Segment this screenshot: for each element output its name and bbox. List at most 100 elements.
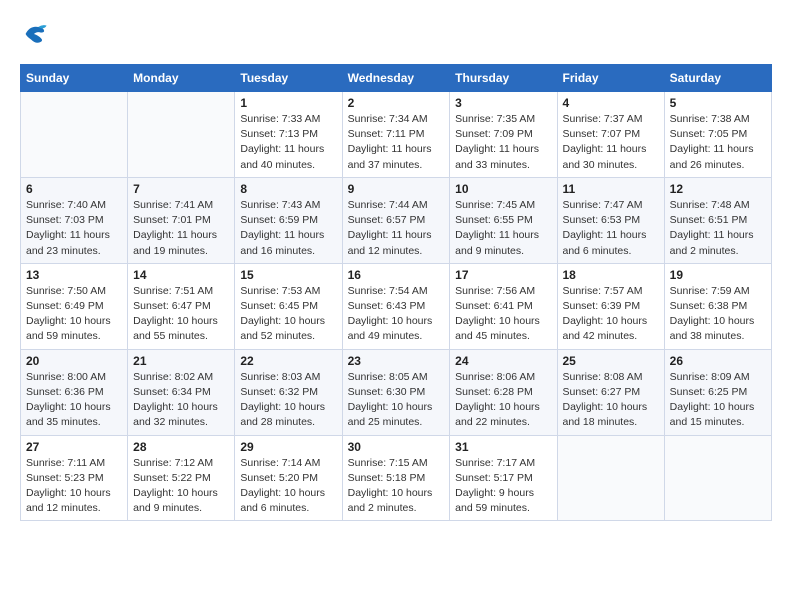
day-info: Sunrise: 7:57 AMSunset: 6:39 PMDaylight:… [563, 284, 659, 345]
day-number: 28 [133, 440, 229, 454]
day-info: Sunrise: 7:41 AMSunset: 7:01 PMDaylight:… [133, 198, 229, 259]
day-info: Sunrise: 8:00 AMSunset: 6:36 PMDaylight:… [26, 370, 122, 431]
day-info: Sunrise: 7:35 AMSunset: 7:09 PMDaylight:… [455, 112, 551, 173]
day-info: Sunrise: 8:09 AMSunset: 6:25 PMDaylight:… [670, 370, 766, 431]
day-info: Sunrise: 7:43 AMSunset: 6:59 PMDaylight:… [240, 198, 336, 259]
calendar-cell: 2Sunrise: 7:34 AMSunset: 7:11 PMDaylight… [342, 92, 450, 178]
day-number: 11 [563, 182, 659, 196]
day-info: Sunrise: 7:50 AMSunset: 6:49 PMDaylight:… [26, 284, 122, 345]
day-number: 31 [455, 440, 551, 454]
calendar-cell [557, 435, 664, 521]
page-header [20, 20, 772, 48]
calendar-cell: 8 Sunrise: 7:43 AMSunset: 6:59 PMDaylight… [235, 177, 342, 263]
day-info: Sunrise: 7:48 AMSunset: 6:51 PMDaylight:… [670, 198, 766, 259]
day-number: 1 [240, 96, 336, 110]
calendar-cell: 3 Sunrise: 7:35 AMSunset: 7:09 PMDaylight… [450, 92, 557, 178]
calendar-cell: 21 Sunrise: 8:02 AMSunset: 6:34 PMDayligh… [128, 349, 235, 435]
day-number: 10 [455, 182, 551, 196]
day-number: 20 [26, 354, 122, 368]
day-number: 26 [670, 354, 766, 368]
day-number: 27 [26, 440, 122, 454]
day-number: 22 [240, 354, 336, 368]
day-info: Sunrise: 8:02 AMSunset: 6:34 PMDaylight:… [133, 370, 229, 431]
calendar-cell: 1 Sunrise: 7:33 AMSunset: 7:13 PMDaylight… [235, 92, 342, 178]
col-header-tuesday: Tuesday [235, 65, 342, 92]
day-info: Sunrise: 7:47 AMSunset: 6:53 PMDaylight:… [563, 198, 659, 259]
day-info: Sunrise: 7:54 AMSunset: 6:43 PMDaylight:… [348, 284, 445, 345]
calendar-cell [128, 92, 235, 178]
calendar-cell: 7 Sunrise: 7:41 AMSunset: 7:01 PMDaylight… [128, 177, 235, 263]
day-number: 17 [455, 268, 551, 282]
calendar-cell: 4 Sunrise: 7:37 AMSunset: 7:07 PMDaylight… [557, 92, 664, 178]
calendar-cell: 19Sunrise: 7:59 AMSunset: 6:38 PMDayligh… [664, 263, 771, 349]
week-row-3: 13 Sunrise: 7:50 AMSunset: 6:49 PMDayligh… [21, 263, 772, 349]
calendar-cell: 11 Sunrise: 7:47 AMSunset: 6:53 PMDayligh… [557, 177, 664, 263]
calendar-cell: 27 Sunrise: 7:11 AMSunset: 5:23 PMDayligh… [21, 435, 128, 521]
day-number: 8 [240, 182, 336, 196]
day-info: Sunrise: 7:12 AMSunset: 5:22 PMDaylight:… [133, 456, 229, 517]
calendar-cell: 29Sunrise: 7:14 AMSunset: 5:20 PMDayligh… [235, 435, 342, 521]
day-number: 23 [348, 354, 445, 368]
day-info: Sunrise: 7:37 AMSunset: 7:07 PMDaylight:… [563, 112, 659, 173]
day-number: 12 [670, 182, 766, 196]
day-number: 13 [26, 268, 122, 282]
day-number: 15 [240, 268, 336, 282]
day-info: Sunrise: 7:33 AMSunset: 7:13 PMDaylight:… [240, 112, 336, 173]
day-number: 30 [348, 440, 445, 454]
day-info: Sunrise: 8:03 AMSunset: 6:32 PMDaylight:… [240, 370, 336, 431]
day-number: 5 [670, 96, 766, 110]
day-info: Sunrise: 7:45 AMSunset: 6:55 PMDaylight:… [455, 198, 551, 259]
col-header-saturday: Saturday [664, 65, 771, 92]
day-number: 29 [240, 440, 336, 454]
col-header-monday: Monday [128, 65, 235, 92]
logo [20, 20, 52, 48]
day-number: 2 [348, 96, 445, 110]
day-info: Sunrise: 7:44 AMSunset: 6:57 PMDaylight:… [348, 198, 445, 259]
col-header-sunday: Sunday [21, 65, 128, 92]
day-number: 3 [455, 96, 551, 110]
calendar-cell: 16 Sunrise: 7:54 AMSunset: 6:43 PMDayligh… [342, 263, 450, 349]
calendar-cell: 31Sunrise: 7:17 AMSunset: 5:17 PMDayligh… [450, 435, 557, 521]
day-info: Sunrise: 7:53 AMSunset: 6:45 PMDaylight:… [240, 284, 336, 345]
calendar-cell: 10 Sunrise: 7:45 AMSunset: 6:55 PMDayligh… [450, 177, 557, 263]
calendar-cell: 14Sunrise: 7:51 AMSunset: 6:47 PMDayligh… [128, 263, 235, 349]
calendar-cell: 30 Sunrise: 7:15 AMSunset: 5:18 PMDayligh… [342, 435, 450, 521]
day-number: 6 [26, 182, 122, 196]
col-header-friday: Friday [557, 65, 664, 92]
calendar-cell: 9Sunrise: 7:44 AMSunset: 6:57 PMDaylight… [342, 177, 450, 263]
calendar-cell: 6 Sunrise: 7:40 AMSunset: 7:03 PMDaylight… [21, 177, 128, 263]
day-number: 25 [563, 354, 659, 368]
day-info: Sunrise: 7:56 AMSunset: 6:41 PMDaylight:… [455, 284, 551, 345]
day-info: Sunrise: 7:40 AMSunset: 7:03 PMDaylight:… [26, 198, 122, 259]
calendar-cell: 20 Sunrise: 8:00 AMSunset: 6:36 PMDayligh… [21, 349, 128, 435]
calendar-cell: 5 Sunrise: 7:38 AMSunset: 7:05 PMDaylight… [664, 92, 771, 178]
week-row-2: 6 Sunrise: 7:40 AMSunset: 7:03 PMDaylight… [21, 177, 772, 263]
day-number: 4 [563, 96, 659, 110]
week-row-1: 1 Sunrise: 7:33 AMSunset: 7:13 PMDaylight… [21, 92, 772, 178]
day-number: 24 [455, 354, 551, 368]
calendar-cell: 22 Sunrise: 8:03 AMSunset: 6:32 PMDayligh… [235, 349, 342, 435]
calendar-cell: 28 Sunrise: 7:12 AMSunset: 5:22 PMDayligh… [128, 435, 235, 521]
day-info: Sunrise: 7:59 AMSunset: 6:38 PMDaylight:… [670, 284, 766, 345]
calendar-cell: 15 Sunrise: 7:53 AMSunset: 6:45 PMDayligh… [235, 263, 342, 349]
week-row-4: 20 Sunrise: 8:00 AMSunset: 6:36 PMDayligh… [21, 349, 772, 435]
day-number: 21 [133, 354, 229, 368]
day-number: 14 [133, 268, 229, 282]
calendar-cell: 23Sunrise: 8:05 AMSunset: 6:30 PMDayligh… [342, 349, 450, 435]
calendar-table: SundayMondayTuesdayWednesdayThursdayFrid… [20, 64, 772, 521]
calendar-cell: 18Sunrise: 7:57 AMSunset: 6:39 PMDayligh… [557, 263, 664, 349]
calendar-cell: 17 Sunrise: 7:56 AMSunset: 6:41 PMDayligh… [450, 263, 557, 349]
calendar-cell: 12 Sunrise: 7:48 AMSunset: 6:51 PMDayligh… [664, 177, 771, 263]
calendar-cell: 26 Sunrise: 8:09 AMSunset: 6:25 PMDayligh… [664, 349, 771, 435]
col-header-thursday: Thursday [450, 65, 557, 92]
day-info: Sunrise: 7:11 AMSunset: 5:23 PMDaylight:… [26, 456, 122, 517]
day-info: Sunrise: 7:38 AMSunset: 7:05 PMDaylight:… [670, 112, 766, 173]
day-number: 7 [133, 182, 229, 196]
calendar-cell [664, 435, 771, 521]
calendar-cell: 13 Sunrise: 7:50 AMSunset: 6:49 PMDayligh… [21, 263, 128, 349]
week-row-5: 27 Sunrise: 7:11 AMSunset: 5:23 PMDayligh… [21, 435, 772, 521]
day-number: 16 [348, 268, 445, 282]
col-header-wednesday: Wednesday [342, 65, 450, 92]
calendar-cell: 25Sunrise: 8:08 AMSunset: 6:27 PMDayligh… [557, 349, 664, 435]
day-info: Sunrise: 7:15 AMSunset: 5:18 PMDaylight:… [348, 456, 445, 517]
